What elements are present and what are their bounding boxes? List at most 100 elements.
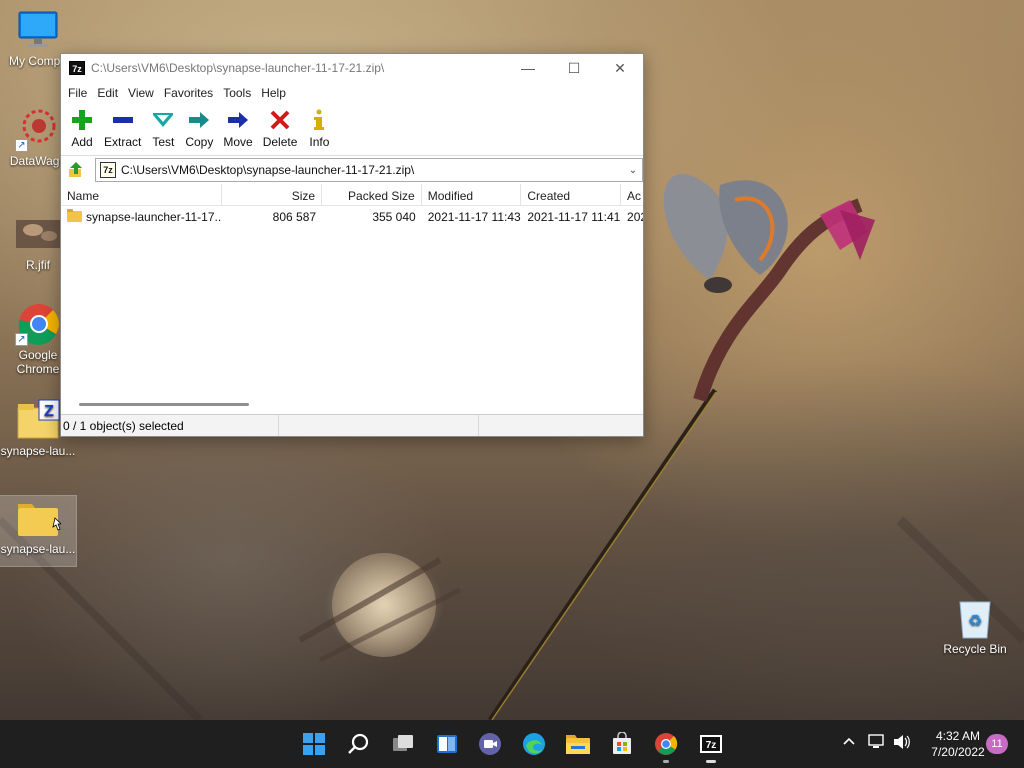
info-icon	[314, 109, 325, 130]
volume-icon	[894, 735, 910, 749]
status-text: 0 / 1 object(s) selected	[61, 415, 279, 436]
desktop-icon-label: synapse-lau...	[0, 444, 76, 458]
recycle-bin-icon: ♻	[952, 596, 998, 640]
widgets-button[interactable]	[433, 730, 461, 758]
folder-icon	[67, 209, 82, 222]
row-accessed: 202	[627, 210, 643, 224]
window-title: C:\Users\VM6\Desktop\synapse-launcher-11…	[91, 61, 385, 75]
file-explorer-icon	[566, 735, 590, 754]
file-explorer-button[interactable]	[564, 730, 592, 758]
status-panel-2	[279, 415, 479, 436]
menu-file[interactable]: File	[63, 86, 92, 100]
desktop-icon-label: Recycle Bin	[943, 642, 1007, 656]
list-header: Name Size Packed Size Modified Created A…	[61, 184, 643, 206]
column-name[interactable]: Name	[61, 184, 223, 205]
move-button[interactable]: Move	[218, 104, 257, 149]
column-created[interactable]: Created	[521, 184, 622, 205]
monitor-icon	[15, 8, 61, 52]
column-modified[interactable]: Modified	[422, 184, 522, 205]
minimize-button[interactable]: —	[505, 54, 551, 82]
notification-badge[interactable]: 11	[986, 734, 1008, 754]
7zip-taskbar-button[interactable]: 7z	[697, 730, 725, 758]
menu-favorites[interactable]: Favorites	[159, 86, 218, 100]
row-modified: 2021-11-17 11:43	[427, 210, 521, 224]
desktop-icon-synapse-folder[interactable]: synapse-lau...	[0, 495, 77, 567]
horizontal-scrollbar[interactable]	[79, 403, 249, 406]
test-icon	[153, 113, 174, 127]
copy-icon	[189, 112, 210, 128]
delete-icon	[270, 110, 290, 130]
path-input[interactable]: 7z C:\Users\VM6\Desktop\synapse-launcher…	[95, 158, 643, 182]
store-button[interactable]	[608, 730, 636, 758]
delete-button[interactable]: Delete	[258, 104, 303, 149]
up-arrow-icon	[69, 162, 82, 177]
maximize-button[interactable]: ☐	[551, 54, 597, 82]
menu-view[interactable]: View	[123, 86, 159, 100]
menu-tools[interactable]: Tools	[218, 86, 256, 100]
svg-text:♻: ♻	[968, 611, 982, 630]
copy-button[interactable]: Copy	[180, 104, 218, 149]
7zip-app-icon: 7z	[69, 61, 85, 75]
test-button[interactable]: Test	[146, 104, 180, 149]
running-indicator	[663, 760, 669, 763]
edge-button[interactable]	[520, 730, 548, 758]
edge-icon	[523, 733, 545, 755]
chrome-icon	[655, 733, 678, 755]
column-accessed[interactable]: Ac	[621, 184, 643, 205]
info-button[interactable]: Info	[302, 104, 336, 149]
image-file-icon	[15, 212, 61, 256]
shortcut-arrow-icon: ↗	[15, 333, 28, 346]
datawago-icon: ↗	[15, 108, 61, 152]
chevron-down-icon[interactable]: ⌄	[624, 165, 642, 176]
svg-text:7z: 7z	[706, 740, 717, 751]
svg-text:Z: Z	[44, 403, 54, 420]
task-view-icon	[393, 735, 413, 751]
running-indicator	[706, 760, 716, 763]
7zip-icon: 7z	[700, 735, 722, 753]
column-size[interactable]: Size	[222, 184, 323, 205]
row-created: 2021-11-17 11:41	[527, 210, 621, 224]
chrome-icon: ↗	[15, 302, 61, 346]
move-icon	[228, 112, 249, 128]
widgets-icon	[437, 735, 457, 753]
teams-chat-button[interactable]	[476, 730, 504, 758]
row-packed-size: 355 040	[372, 210, 416, 224]
add-icon	[72, 110, 92, 130]
archive-icon: 7z	[100, 162, 116, 178]
extract-button[interactable]: Extract	[99, 104, 146, 149]
close-button[interactable]: ✕	[597, 54, 643, 82]
add-button[interactable]: Add	[65, 104, 99, 149]
chat-icon	[479, 733, 501, 755]
start-button[interactable]	[300, 730, 328, 758]
status-bar: 0 / 1 object(s) selected	[61, 414, 643, 436]
menu-help[interactable]: Help	[256, 86, 291, 100]
network-button[interactable]	[868, 734, 886, 753]
windows-icon	[303, 733, 325, 755]
search-button[interactable]	[345, 730, 373, 758]
file-list[interactable]: Name Size Packed Size Modified Created A…	[61, 184, 643, 412]
title-bar[interactable]: 7z C:\Users\VM6\Desktop\synapse-launcher…	[61, 54, 643, 82]
show-hidden-icons-button[interactable]	[842, 734, 856, 751]
volume-button[interactable]	[893, 734, 911, 753]
search-icon	[348, 733, 369, 754]
toolbar: Add Extract Test Copy Move Delete Info	[61, 104, 643, 156]
shortcut-arrow-icon: ↗	[15, 139, 28, 152]
table-row[interactable]: synapse-launcher-11-17... 806 587 355 04…	[61, 206, 643, 228]
column-packed-size[interactable]: Packed Size	[322, 184, 422, 205]
menu-edit[interactable]: Edit	[92, 86, 123, 100]
desktop-icon-recycle-bin[interactable]: ♻ Recycle Bin	[937, 596, 1013, 656]
row-name: synapse-launcher-11-17...	[86, 210, 223, 224]
menu-bar: File Edit View Favorites Tools Help	[61, 82, 643, 104]
task-view-button[interactable]	[389, 730, 417, 758]
extract-icon	[112, 117, 133, 123]
up-folder-button[interactable]	[65, 159, 87, 181]
row-size: 806 587	[272, 210, 317, 224]
chrome-taskbar-button[interactable]	[652, 730, 680, 758]
network-icon	[868, 734, 884, 748]
7zip-window[interactable]: 7z C:\Users\VM6\Desktop\synapse-launcher…	[60, 53, 644, 437]
taskbar: 7z 4:32 AM 7/20/2022	[0, 720, 1024, 768]
status-panel-3	[479, 415, 639, 436]
path-text: C:\Users\VM6\Desktop\synapse-launcher-11…	[121, 163, 415, 177]
store-icon	[613, 732, 631, 754]
zip-folder-icon: Z	[15, 398, 61, 442]
